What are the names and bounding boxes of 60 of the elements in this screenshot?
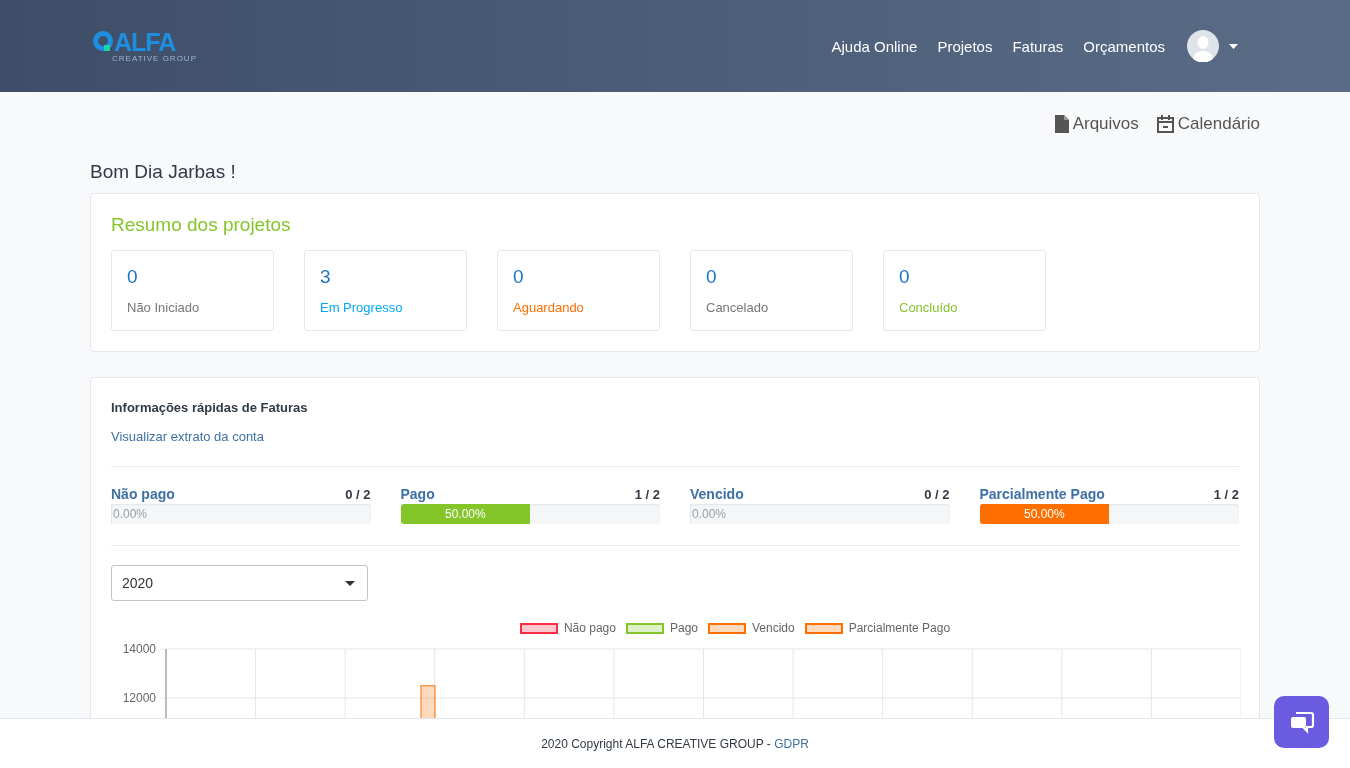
legend-item[interactable]: Não pago bbox=[519, 621, 616, 635]
gdpr-link[interactable]: GDPR bbox=[774, 736, 809, 751]
status-label: Pago bbox=[400, 486, 435, 502]
stat-card[interactable]: 3 Em Progresso bbox=[304, 250, 467, 331]
quick-link[interactable]: Arquivos bbox=[1054, 114, 1139, 134]
panel-title: Informações rápidas de Faturas bbox=[111, 400, 309, 415]
caret-icon bbox=[1229, 43, 1238, 49]
stat-card[interactable]: 0 Não Iniciado bbox=[111, 250, 274, 331]
copyright-text: 2020 Copyright ALFA CREATIVE GROUP - GDPR bbox=[541, 736, 809, 751]
status-count: 1 / 2 bbox=[1213, 487, 1239, 502]
file-icon bbox=[1054, 115, 1069, 133]
stat-count: 0 bbox=[706, 266, 718, 288]
logo-text: ALFA bbox=[114, 29, 176, 54]
statement-link[interactable]: Visualizar extrato da conta bbox=[111, 429, 264, 444]
stat-count: 0 bbox=[899, 266, 911, 288]
chart-bar bbox=[420, 685, 436, 718]
y-axis bbox=[165, 648, 167, 718]
status-count: 1 / 2 bbox=[634, 487, 660, 502]
chat-button[interactable] bbox=[1274, 696, 1329, 748]
progress-percent: 50.00% bbox=[444, 506, 487, 523]
nav-link[interactable]: Orçamentos bbox=[1083, 37, 1165, 55]
progress-percent: 0.00% bbox=[692, 506, 727, 523]
axis-tick-label: 12000 bbox=[122, 691, 156, 705]
axis-tick-label: 14000 bbox=[122, 642, 156, 656]
legend-item[interactable]: Pago bbox=[625, 621, 698, 635]
stat-count: 0 bbox=[127, 266, 139, 288]
stat-count: 0 bbox=[513, 266, 525, 288]
nav-link[interactable]: Ajuda Online bbox=[831, 37, 918, 55]
stat-label: Concluído bbox=[899, 300, 959, 315]
status-label: Não pago bbox=[111, 486, 175, 502]
stat-label: Não Iniciado bbox=[127, 300, 201, 315]
progress-percent: 0.00% bbox=[113, 506, 148, 523]
status-count: 0 / 2 bbox=[345, 487, 371, 502]
status-label: Parcialmente Pago bbox=[979, 486, 1105, 502]
user-menu[interactable] bbox=[1187, 30, 1238, 62]
stat-card[interactable]: 0 Concluído bbox=[883, 250, 1046, 331]
progress-percent: 50.00% bbox=[1023, 506, 1066, 523]
chat-icon bbox=[1288, 710, 1315, 734]
logo-tagline: CREATIVE GROUP bbox=[112, 53, 197, 63]
stat-label: Em Progresso bbox=[320, 300, 404, 315]
nav-link[interactable]: Projetos bbox=[937, 37, 993, 55]
year-select[interactable]: 2020 bbox=[111, 565, 368, 601]
stat-count: 3 bbox=[320, 266, 332, 288]
panel-title: Resumo dos projetos bbox=[111, 214, 292, 236]
stat-label: Aguardando bbox=[513, 300, 585, 315]
calendar-icon bbox=[1156, 115, 1174, 133]
stat-label: Cancelado bbox=[706, 300, 770, 315]
legend-item[interactable]: Parcialmente Pago bbox=[804, 621, 951, 635]
avatar-icon bbox=[1187, 30, 1219, 62]
stat-card[interactable]: 0 Aguardando bbox=[497, 250, 660, 331]
stat-card[interactable]: 0 Cancelado bbox=[690, 250, 853, 331]
quick-link[interactable]: Calendário bbox=[1156, 114, 1260, 134]
logo-mark-icon bbox=[92, 30, 114, 53]
greeting: Bom Dia Jarbas ! bbox=[90, 161, 237, 183]
nav-link[interactable]: Faturas bbox=[1012, 37, 1064, 55]
logo[interactable]: ALFA CREATIVE GROUP bbox=[90, 29, 197, 63]
status-label: Vencido bbox=[690, 486, 744, 502]
status-count: 0 / 2 bbox=[924, 487, 950, 502]
legend-item[interactable]: Vencido bbox=[708, 621, 795, 635]
caret-icon bbox=[345, 580, 355, 586]
